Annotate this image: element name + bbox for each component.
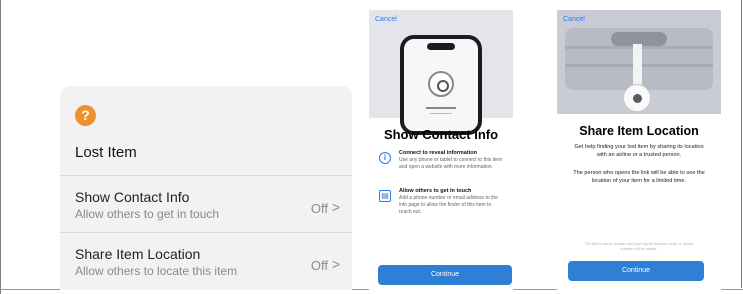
info-item: i Connect to reveal information Use any … — [379, 150, 505, 182]
continue-button[interactable]: Continue — [378, 265, 512, 285]
fine-print: The item's serial number and your Apple … — [584, 242, 694, 251]
item-text: Allow others to get in touch Add a phone… — [399, 188, 505, 216]
placeholder-line — [426, 107, 456, 109]
share-item-location-row[interactable]: Share Item Location Allow others to loca… — [60, 240, 352, 290]
chevron-right-icon: > — [331, 256, 340, 272]
divider — [60, 175, 352, 176]
cancel-button[interactable]: Cancel — [375, 16, 397, 23]
phone-icon — [400, 35, 482, 135]
continue-button[interactable]: Continue — [568, 261, 704, 281]
description-paragraph: Get help finding your lost item by shari… — [574, 144, 704, 158]
row-title: Show Contact Info — [75, 189, 190, 205]
phone-illustration — [369, 10, 513, 135]
right-edge-line — [741, 0, 742, 288]
info-icon: i — [379, 152, 391, 164]
contact-card-icon: ▤ — [379, 190, 391, 202]
airtag-strap — [633, 44, 642, 88]
show-contact-info-sheet: Cancel Show Contact Info i Connect to re… — [369, 10, 513, 290]
nfc-target-icon — [428, 71, 454, 97]
description-paragraph: The person who opens the link will be ab… — [573, 170, 705, 184]
row-value: Off — [310, 258, 328, 273]
item-body: Use any phone or tablet to connect to th… — [399, 157, 503, 170]
row-title: Share Item Location — [75, 246, 201, 262]
help-icon[interactable]: ? — [75, 105, 96, 126]
row-value: Off — [310, 201, 328, 216]
item-text: Connect to reveal information Use any ph… — [399, 150, 505, 171]
divider — [60, 232, 352, 233]
dynamic-island — [427, 43, 455, 50]
cancel-button[interactable]: Cancel — [563, 16, 585, 23]
chevron-right-icon: > — [331, 199, 340, 215]
lost-item-title: Lost Item — [75, 144, 137, 161]
item-body: Add a phone number or email address to t… — [399, 195, 498, 215]
left-edge-line — [0, 0, 1, 294]
share-item-location-sheet: Cancel Share Item Location Get help find… — [557, 10, 721, 290]
lost-item-panel: ? Lost Item Show Contact Info Allow othe… — [60, 86, 352, 290]
info-item: ▤ Allow others to get in touch Add a pho… — [379, 188, 505, 220]
airtag-icon — [623, 84, 651, 112]
row-subtitle: Allow others to locate this item — [75, 264, 238, 278]
row-subtitle: Allow others to get in touch — [75, 207, 220, 221]
luggage-illustration — [557, 10, 721, 114]
placeholder-line — [430, 113, 452, 114]
show-contact-info-row[interactable]: Show Contact Info Allow others to get in… — [60, 183, 352, 233]
sheet-title: Show Contact Info — [383, 127, 499, 142]
item-heading: Connect to reveal information — [399, 150, 477, 156]
item-heading: Allow others to get in touch — [399, 188, 472, 194]
sheet-title: Share Item Location — [579, 124, 699, 138]
